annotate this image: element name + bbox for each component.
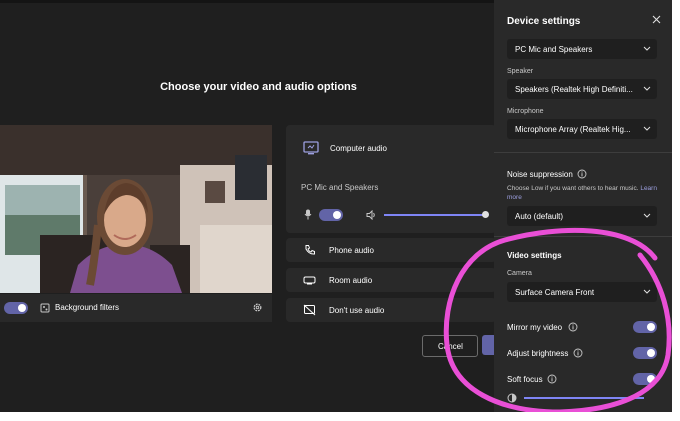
pink-annotation-circle <box>443 227 672 412</box>
teams-prejoin-screen: Choose your video and audio options Back… <box>0 0 672 412</box>
